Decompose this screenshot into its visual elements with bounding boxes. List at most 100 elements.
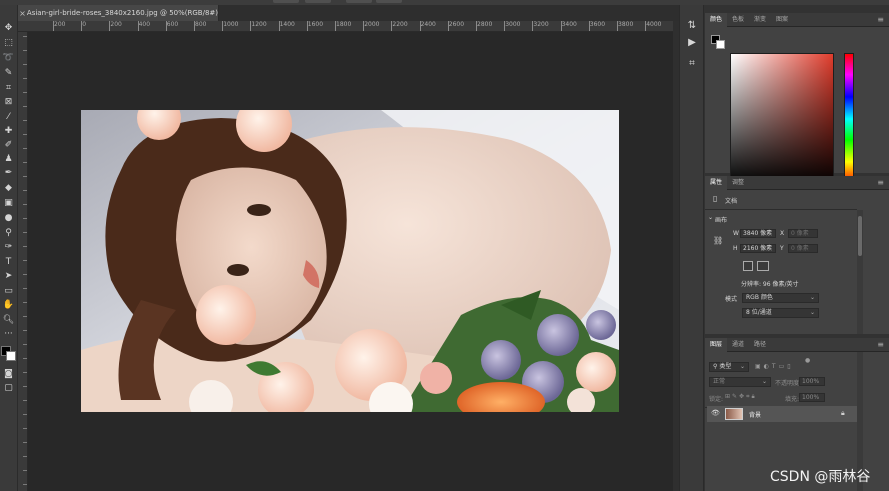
type-tool-icon[interactable]: T [1, 256, 16, 269]
tab-swatches[interactable]: 色板 [727, 13, 749, 27]
ruler-tick [532, 21, 534, 31]
tab-properties[interactable]: 属性 [705, 175, 728, 190]
path-select-tool-icon[interactable]: ➤ [1, 270, 16, 283]
hue-slider[interactable] [844, 53, 854, 185]
filter-toggle-icon[interactable]: ● [805, 357, 810, 364]
mode-select[interactable]: RGB 颜色 ⌄ [742, 293, 819, 303]
ruler-tick-label: 3400 [561, 21, 577, 28]
document-label: 文档 [725, 198, 738, 205]
tab-gradients[interactable]: 渐变 [749, 13, 771, 27]
mode-label: 模式 [725, 296, 738, 303]
ruler-tick-label: 3000 [505, 21, 521, 28]
ruler-tick [504, 21, 506, 31]
move-tool-icon[interactable]: ✥ [1, 22, 16, 35]
document-tab[interactable]: × Asian-girl-bride-roses_3840x2160.jpg @… [18, 5, 219, 21]
history-panel-icon[interactable]: ⇅ [685, 19, 699, 33]
ruler-tick [617, 21, 618, 31]
marquee-tool-icon[interactable]: ⬚ [1, 37, 16, 50]
tab-adjustments[interactable]: 调整 [727, 176, 749, 190]
ruler-tick-label: 3800 [618, 21, 634, 28]
quick-mask-icon[interactable]: ◙ [1, 368, 16, 381]
ruler-tick [476, 21, 477, 31]
fill-label: 填充: [785, 396, 800, 403]
gradient-tool-icon[interactable]: ▣ [1, 197, 16, 210]
ruler-tick [645, 21, 647, 31]
properties-scroll-thumb[interactable] [858, 216, 862, 256]
hand-tool-icon[interactable]: ✋ [1, 299, 16, 312]
blur-tool-icon[interactable]: ● [1, 212, 16, 225]
ruler-tick [250, 21, 252, 31]
rectangle-tool-icon[interactable]: ▭ [1, 285, 16, 298]
width-input[interactable]: 3840 像素 [740, 229, 776, 238]
lasso-tool-icon[interactable]: ➰ [1, 52, 16, 65]
top-bar-handle [376, 0, 402, 3]
opacity-input[interactable]: 100% [799, 377, 825, 386]
crop-tool-icon[interactable]: ⌗ [1, 82, 16, 95]
ruler-tick [137, 21, 139, 31]
panel-menu-icon[interactable]: ≡ [877, 340, 884, 349]
tab-channels[interactable]: 通道 [727, 338, 749, 352]
screen-mode-icon[interactable]: ▢ [1, 382, 16, 395]
mode-select-value: RGB 颜色 [746, 294, 773, 301]
opacity-label: 不透明度: [775, 380, 802, 387]
ruler-tick-label: 2000 [364, 21, 380, 28]
dodge-tool-icon[interactable]: ⚲ [1, 227, 16, 240]
bit-depth-select-value: 8 位/通道 [746, 309, 772, 316]
ruler-tick-label: 0 [82, 21, 87, 28]
layer-filter-icons[interactable]: ▣◐T▭▯ [755, 363, 794, 370]
canvas-section-chevron-icon[interactable]: ⌄ [708, 214, 713, 221]
actions-play-icon[interactable]: ▶ [685, 36, 699, 50]
layer-row[interactable]: 👁︎ 背景 🔒︎ [707, 406, 857, 422]
height-input[interactable]: 2160 像素 [740, 244, 776, 253]
link-dimensions-icon[interactable]: ⛓ [713, 236, 723, 245]
layer-filter-select[interactable]: ⚲ 类型 ⌄ [709, 362, 749, 372]
x-label: X [780, 230, 785, 237]
close-tab-icon[interactable]: × [18, 9, 27, 18]
background-color-swatch[interactable] [6, 351, 16, 361]
x-input[interactable]: 0 像素 [788, 229, 818, 238]
color-picker-field[interactable] [730, 53, 834, 185]
ruler-tick-label: 400 [138, 21, 151, 28]
portrait-orientation-icon[interactable] [743, 261, 753, 271]
panel-menu-icon[interactable]: ≡ [877, 178, 884, 187]
tab-layers[interactable]: 图层 [705, 337, 728, 352]
tab-color[interactable]: 颜色 [705, 12, 728, 27]
landscape-orientation-icon[interactable] [757, 261, 769, 271]
zoom-tool-icon[interactable]: 🔍︎ [1, 314, 16, 327]
ruler-tick-label: 200 [110, 21, 122, 28]
watermark: CSDN @雨林谷 [770, 469, 871, 485]
ruler-tick [194, 21, 195, 31]
panel-menu-icon[interactable]: ≡ [877, 15, 884, 24]
tab-paths[interactable]: 路径 [749, 338, 771, 352]
lock-options-icons[interactable]: ⊞✎✥⌗🔒︎ [725, 393, 757, 401]
eraser-tool-icon[interactable]: ◆ [1, 182, 16, 195]
brush-tool-icon[interactable]: ✐ [1, 139, 16, 152]
crop-panel-icon[interactable]: ⌗ [685, 57, 699, 71]
quick-select-tool-icon[interactable]: ✎ [1, 67, 16, 80]
y-input[interactable]: 0 像素 [788, 244, 818, 253]
properties-scrollbar[interactable] [857, 210, 863, 334]
ruler-tick-label: 2200 [392, 21, 408, 28]
fill-input[interactable]: 100% [799, 393, 825, 402]
properties-panel-tabs: 属性 调整 ≡ [705, 175, 889, 190]
ruler-tick-label: 1000 [223, 21, 239, 28]
blend-mode-select[interactable]: 正常 ⌄ [709, 377, 771, 387]
right-panels: 颜色 色板 渐变 图案 ≡ 属性 调整 ≡ ▯ 文档 ⌄ 画布 W 3840 像… [705, 5, 889, 491]
eyedropper-tool-icon[interactable]: ⁄ [1, 111, 16, 124]
healing-brush-tool-icon[interactable]: ✚ [1, 125, 16, 138]
ruler-tick [306, 21, 308, 31]
bit-depth-select[interactable]: 8 位/通道 ⌄ [742, 308, 819, 318]
tab-patterns[interactable]: 图案 [771, 13, 793, 27]
ruler-tick-label: 2600 [448, 21, 465, 28]
frame-tool-icon[interactable]: ⊠ [1, 96, 16, 109]
pen-tool-icon[interactable]: ✑ [1, 241, 16, 254]
visibility-eye-icon[interactable]: 👁︎ [711, 409, 720, 417]
more-tools-icon[interactable]: ··· [1, 328, 16, 341]
background-swatch[interactable] [716, 40, 725, 49]
chevron-down-icon: ⌄ [761, 378, 767, 385]
document-image[interactable] [81, 110, 619, 412]
layer-filter-value: 类型 [719, 363, 732, 370]
clone-stamp-tool-icon[interactable]: ♟ [1, 153, 16, 166]
ruler-tick-label: 2400 [420, 21, 436, 28]
history-brush-tool-icon[interactable]: ✒ [1, 167, 16, 180]
